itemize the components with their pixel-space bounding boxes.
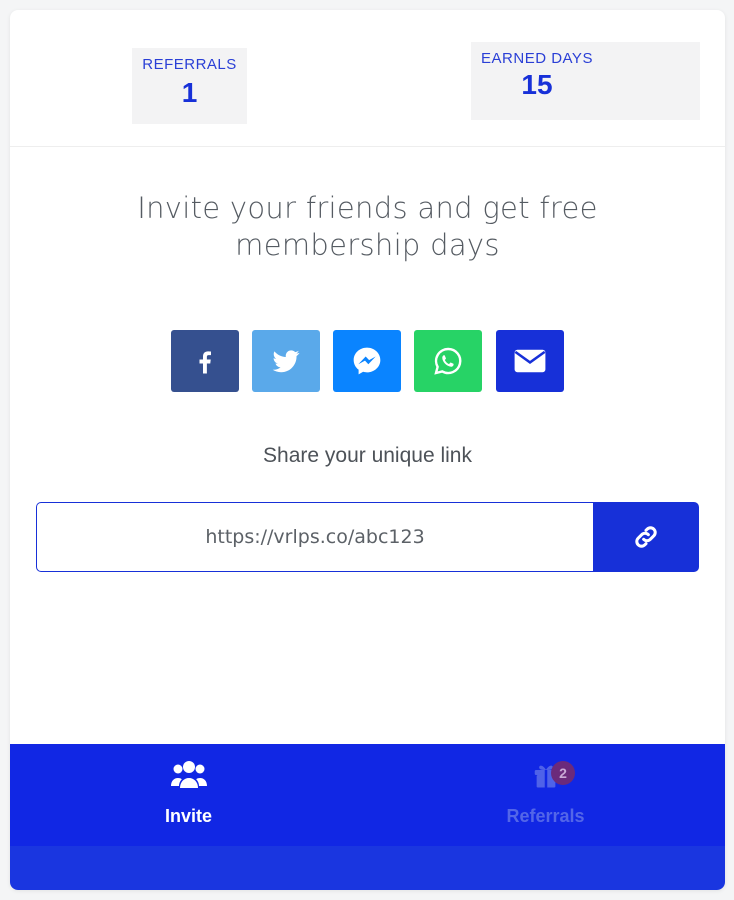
- tab-invite[interactable]: Invite: [10, 744, 367, 846]
- earned-days-stat-value: 15: [521, 69, 553, 100]
- whatsapp-icon: [434, 347, 462, 375]
- referrals-stat: REFERRALS 1: [132, 48, 247, 124]
- earned-days-stat-label: EARNED DAYS: [481, 50, 593, 67]
- messenger-icon: [353, 347, 381, 375]
- users-icon: [171, 761, 207, 788]
- facebook-share-button[interactable]: [171, 330, 239, 392]
- tab-referrals-label: Referrals: [506, 806, 585, 826]
- referral-card: REFERRALS 1 EARNED DAYS 15 Invite your f…: [10, 10, 725, 890]
- tab-invite-label: Invite: [164, 806, 212, 826]
- share-link-label: Share your unique link: [263, 444, 472, 467]
- tab-referrals[interactable]: 2 Referrals: [367, 744, 724, 846]
- referrals-count-badge: 2: [551, 761, 575, 785]
- copy-link-button[interactable]: [593, 502, 699, 572]
- envelope-icon: [514, 349, 546, 373]
- whatsapp-share-button[interactable]: [414, 330, 482, 392]
- share-link-input[interactable]: https://vrlps.co/abc123: [36, 502, 593, 572]
- earned-days-stat: EARNED DAYS 15: [471, 42, 700, 120]
- messenger-share-button[interactable]: [333, 330, 401, 392]
- twitter-icon: [272, 350, 300, 373]
- email-share-button[interactable]: [496, 330, 564, 392]
- bottom-navigation: Invite 2 Referrals: [10, 744, 725, 846]
- facebook-icon: [199, 351, 211, 374]
- twitter-share-button[interactable]: [252, 330, 320, 392]
- bottom-strip: [10, 846, 725, 890]
- link-icon: [635, 526, 657, 548]
- invite-headline: Invite your friends and get free members…: [137, 191, 598, 262]
- referrals-stat-label: REFERRALS: [142, 56, 237, 73]
- referrals-stat-value: 1: [181, 77, 198, 108]
- stats-header: REFERRALS 1 EARNED DAYS 15: [10, 10, 725, 147]
